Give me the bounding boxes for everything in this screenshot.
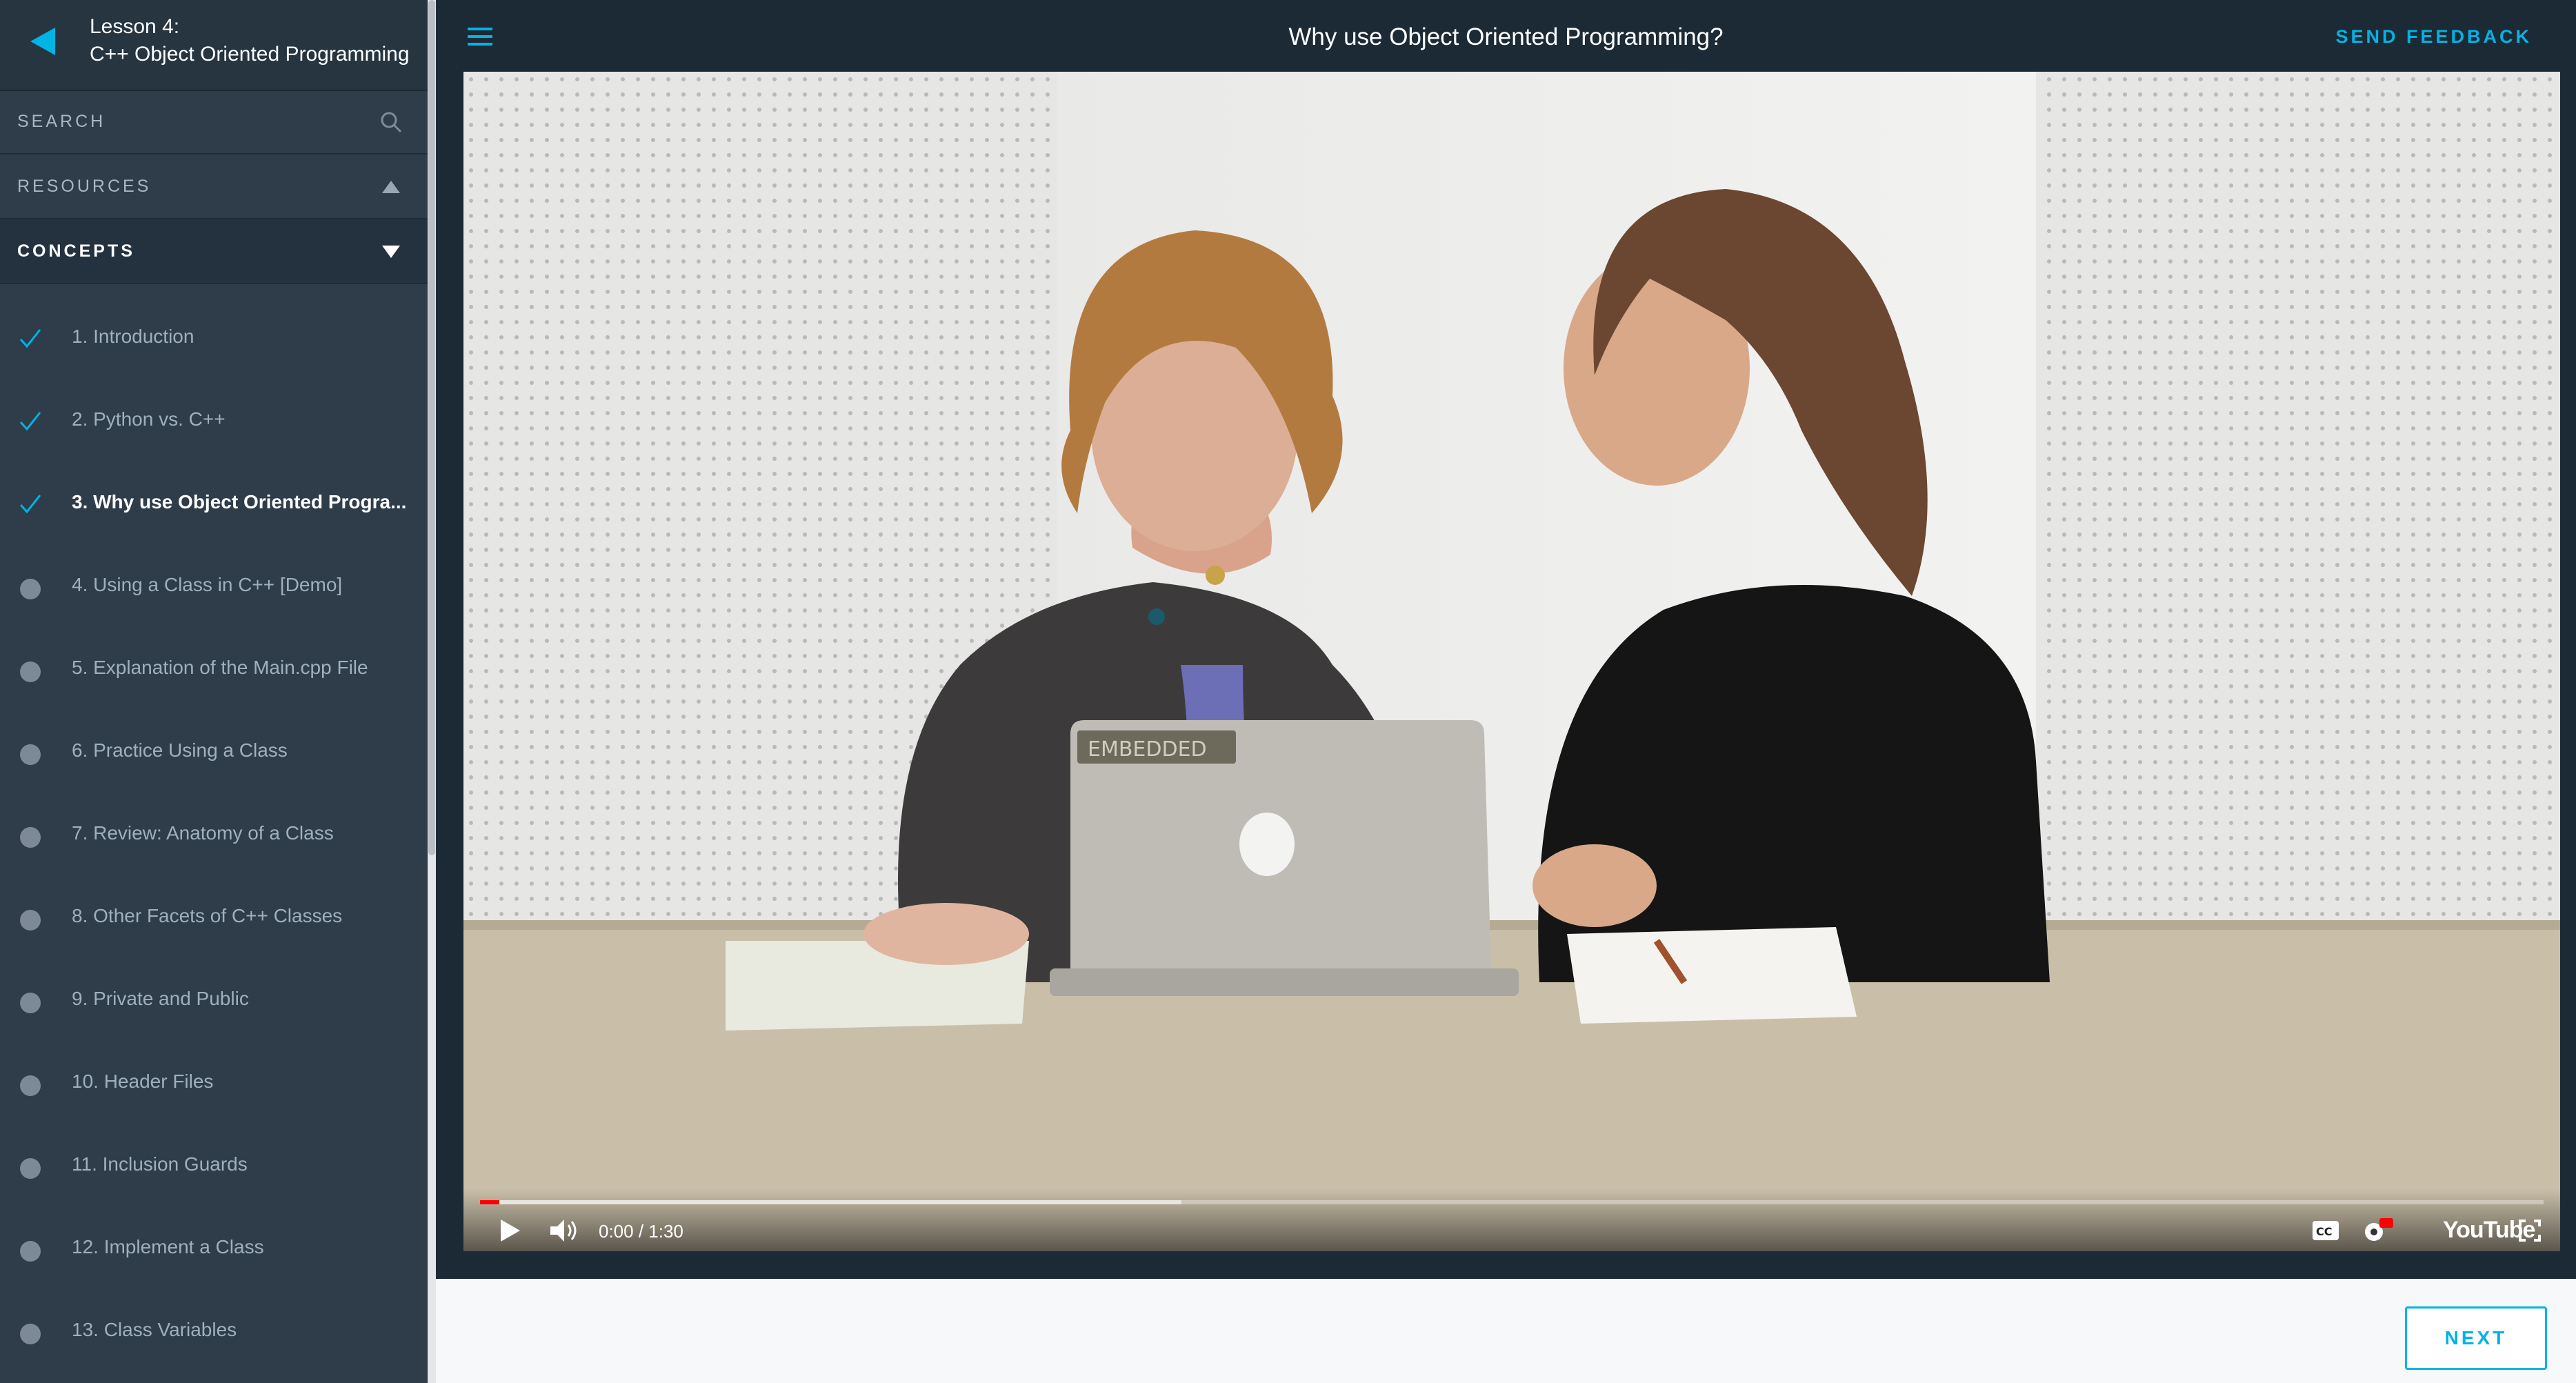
search-icon[interactable] (379, 110, 403, 134)
top-bar: Why use Object Oriented Programming? SEN… (436, 0, 2576, 72)
incomplete-dot-icon (20, 827, 41, 848)
concept-item[interactable]: 1. Introduction (0, 310, 428, 366)
incomplete-dot-icon (20, 1075, 41, 1096)
concept-title: 7. Review: Anatomy of a Class (72, 822, 334, 844)
concept-item[interactable]: 10. Header Files (0, 1055, 428, 1111)
video-controls (463, 1189, 2560, 1251)
concept-title: 5. Explanation of the Main.cpp File (72, 657, 368, 678)
concept-item[interactable]: 8. Other Facets of C++ Classes (0, 890, 428, 945)
video-progress-bar[interactable] (480, 1200, 2544, 1204)
volume-icon[interactable] (549, 1218, 579, 1243)
video-played-bar (480, 1200, 499, 1204)
closed-captions-icon[interactable]: CC (2312, 1220, 2339, 1242)
concept-title: 10. Header Files (72, 1071, 214, 1092)
concepts-label: CONCEPTS (17, 241, 135, 261)
concept-item[interactable]: 7. Review: Anatomy of a Class (0, 807, 428, 862)
video-buffered-bar (480, 1200, 1181, 1204)
incomplete-dot-icon (20, 579, 41, 599)
concept-item[interactable]: 13. Class Variables (0, 1304, 428, 1359)
concept-title: 13. Class Variables (72, 1319, 237, 1340)
sidebar: Lesson 4: C++ Object Oriented Programmin… (0, 0, 428, 1383)
concept-title: 2. Python vs. C++ (72, 408, 226, 430)
bottom-bar: NEXT (436, 1279, 2576, 1383)
concepts-toggle[interactable]: CONCEPTS (0, 219, 428, 284)
concept-title: 4. Using a Class in C++ [Demo] (72, 574, 343, 595)
svg-text:CC: CC (2316, 1225, 2332, 1238)
concept-item[interactable]: 5. Explanation of the Main.cpp File (0, 641, 428, 697)
incomplete-dot-icon (20, 744, 41, 765)
concept-title: 12. Implement a Class (72, 1236, 264, 1257)
concept-item[interactable]: 9. Private and Public (0, 973, 428, 1028)
check-icon (19, 412, 41, 431)
lesson-title: C++ Object Oriented Programming (90, 43, 410, 66)
incomplete-dot-icon (20, 661, 41, 682)
play-icon[interactable] (499, 1218, 521, 1243)
next-button[interactable]: NEXT (2405, 1306, 2547, 1370)
concept-title: 8. Other Facets of C++ Classes (72, 905, 343, 926)
concept-item[interactable]: 2. Python vs. C++ (0, 393, 428, 448)
check-icon (19, 329, 41, 348)
lesson-number: Lesson 4: (90, 15, 180, 38)
video-time-display: 0:00 / 1:30 (599, 1221, 683, 1242)
video-frame: EMBEDDED (463, 72, 2560, 1251)
incomplete-dot-icon (20, 993, 41, 1013)
concept-title: 6. Practice Using a Class (72, 739, 288, 761)
incomplete-dot-icon (20, 1241, 41, 1262)
concept-item[interactable]: 6. Practice Using a Class (0, 724, 428, 779)
concept-item[interactable]: 4. Using a Class in C++ [Demo] (0, 559, 428, 614)
concept-item[interactable]: 11. Inclusion Guards (0, 1138, 428, 1193)
page-title: Why use Object Oriented Programming? (1288, 23, 1724, 50)
caret-down-icon (382, 246, 400, 258)
video-player[interactable]: EMBEDDED 0:00 / 1:30 CC YouTube (463, 72, 2560, 1251)
lesson-header: Lesson 4: C++ Object Oriented Programmin… (0, 0, 428, 91)
video-stage: EMBEDDED 0:00 / 1:30 CC YouTube (436, 72, 2576, 1279)
laptop-sticker-text: EMBEDDED (1088, 737, 1207, 762)
check-icon (19, 495, 41, 514)
concept-item-current[interactable]: 3. Why use Object Oriented Progra... (0, 476, 428, 531)
fullscreen-icon[interactable] (2519, 1220, 2541, 1242)
incomplete-dot-icon (20, 1324, 41, 1344)
resources-toggle[interactable]: RESOURCES (0, 155, 428, 219)
incomplete-dot-icon (20, 910, 41, 931)
concept-item[interactable]: 12. Implement a Class (0, 1221, 428, 1276)
caret-up-icon (382, 181, 400, 193)
send-feedback-link[interactable]: SEND FEEDBACK (2335, 26, 2532, 48)
sidebar-scrollbar-thumb[interactable] (428, 0, 435, 855)
concept-title: 3. Why use Object Oriented Progra... (72, 491, 407, 513)
concept-title: 9. Private and Public (72, 988, 249, 1009)
search-label: SEARCH (17, 112, 106, 131)
resources-label: RESOURCES (17, 177, 152, 196)
incomplete-dot-icon (20, 1158, 41, 1179)
search-row[interactable]: SEARCH (0, 90, 428, 155)
concept-title: 1. Introduction (72, 326, 194, 347)
settings-hd-icon[interactable] (2360, 1217, 2395, 1244)
concept-title: 11. Inclusion Guards (72, 1153, 248, 1175)
back-arrow-icon[interactable] (29, 26, 57, 57)
